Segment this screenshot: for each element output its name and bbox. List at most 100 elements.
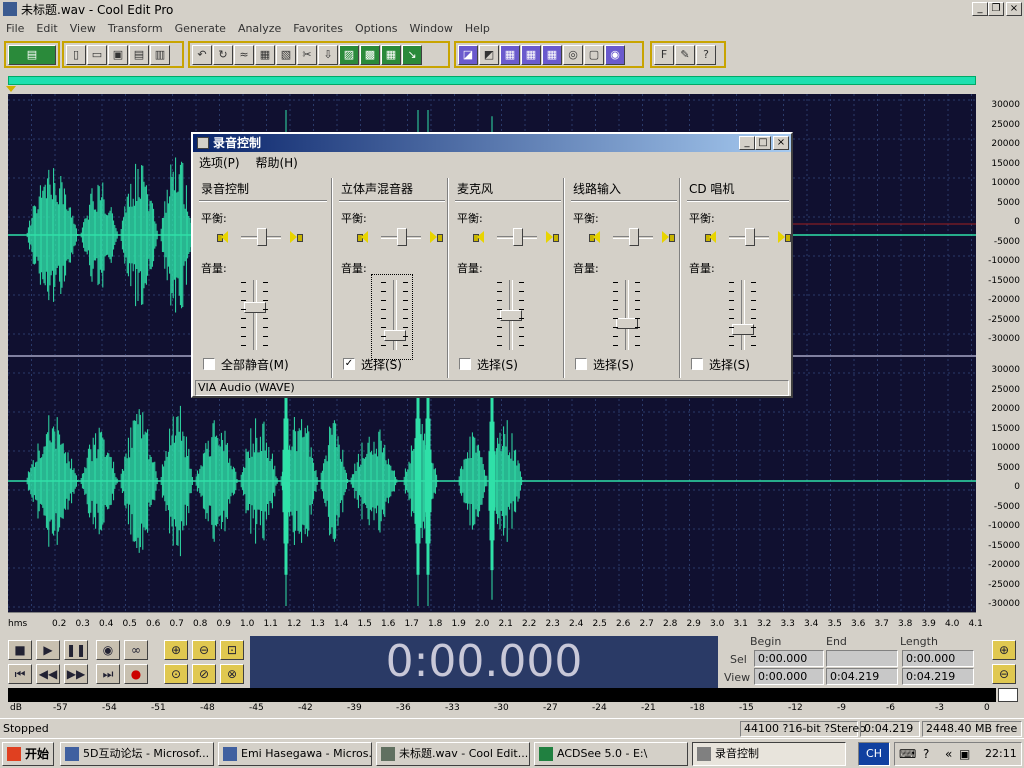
menu-help-cn[interactable]: 帮助(H): [255, 156, 297, 170]
start-marker-icon[interactable]: [6, 86, 16, 92]
select-checkbox[interactable]: ✓: [343, 358, 355, 370]
cd-icon[interactable]: ◉: [605, 44, 625, 65]
phase-icon[interactable]: ▦: [521, 44, 541, 65]
menu-favorites[interactable]: Favorites: [287, 22, 349, 35]
select-checkbox[interactable]: [459, 358, 471, 370]
volume-slider[interactable]: [732, 324, 754, 335]
rewind-button[interactable]: ◀◀: [36, 664, 60, 684]
tool-icon[interactable]: ✎: [675, 44, 695, 65]
select-checkbox[interactable]: [691, 358, 703, 370]
window-title: 未标题.wav - Cool Edit Pro: [21, 2, 174, 17]
statistics-icon[interactable]: ▦: [542, 44, 562, 65]
network-icon[interactable]: ▣: [959, 747, 970, 761]
menu-options-cn[interactable]: 选项(P): [199, 156, 240, 170]
balance-slider[interactable]: [745, 228, 755, 246]
record-button[interactable]: ●: [124, 664, 148, 684]
menu-view[interactable]: View: [64, 22, 102, 35]
repeat-icon[interactable]: ↻: [213, 44, 233, 65]
dialog-minimize-button[interactable]: _: [739, 136, 755, 150]
checkbox-label: 选择(S): [709, 358, 750, 372]
zoom-vertical-out-icon[interactable]: ⊖: [992, 664, 1016, 684]
play-button[interactable]: ▶: [36, 640, 60, 660]
keyboard-icon[interactable]: ⌨: [899, 747, 916, 761]
volume-slider[interactable]: [244, 302, 266, 313]
balance-slider[interactable]: [513, 228, 523, 246]
copy-icon[interactable]: ▦: [255, 44, 275, 65]
wave-overview-bar[interactable]: [8, 76, 976, 85]
crop-icon[interactable]: ▦: [381, 44, 401, 65]
zoom-left-icon[interactable]: ⊘: [192, 664, 216, 684]
scripts-icon[interactable]: ◎: [563, 44, 583, 65]
expand-tray-icon[interactable]: «: [945, 747, 952, 761]
volume-slider[interactable]: [500, 310, 522, 321]
zoom-out-icon[interactable]: ⊖: [192, 640, 216, 660]
menu-edit[interactable]: Edit: [30, 22, 63, 35]
menu-transform[interactable]: Transform: [102, 22, 169, 35]
task-emi[interactable]: Emi Hasegawa - Micros...: [218, 742, 372, 766]
frequency-icon[interactable]: ▦: [500, 44, 520, 65]
cut-wave-icon[interactable]: ≈: [234, 44, 254, 65]
spectral-icon[interactable]: ◪: [458, 44, 478, 65]
sel-end-field[interactable]: [826, 650, 898, 667]
open-folder-icon[interactable]: ▭: [87, 44, 107, 65]
menu-help[interactable]: Help: [459, 22, 496, 35]
menu-analyze[interactable]: Analyze: [232, 22, 287, 35]
zoom-right-icon[interactable]: ⊗: [220, 664, 244, 684]
save-icon[interactable]: ▣: [108, 44, 128, 65]
zoom-vertical-in-icon[interactable]: ⊕: [992, 640, 1016, 660]
minimize-button[interactable]: _: [972, 2, 988, 16]
view-length-field[interactable]: 0:04.219: [902, 668, 974, 685]
envelope-icon[interactable]: ◩: [479, 44, 499, 65]
play-to-end-button[interactable]: ◉: [96, 640, 120, 660]
help-tray-icon[interactable]: ?: [923, 747, 929, 761]
task-forum[interactable]: 5D互动论坛 - Microsof...: [60, 742, 214, 766]
pause-button[interactable]: ❚❚: [64, 640, 88, 660]
multitrack-toggle-icon[interactable]: ▤: [8, 44, 56, 65]
zoom-full-icon[interactable]: ⊡: [220, 640, 244, 660]
scissors-icon[interactable]: ✂: [297, 44, 317, 65]
go-to-end-button[interactable]: ⏭: [96, 664, 120, 684]
dialog-maximize-button[interactable]: □: [755, 136, 771, 150]
properties-icon[interactable]: ▢: [584, 44, 604, 65]
menu-options[interactable]: Options: [349, 22, 403, 35]
balance-slider[interactable]: [397, 228, 407, 246]
start-button[interactable]: 开始: [2, 742, 54, 766]
balance-slider[interactable]: [257, 228, 267, 246]
time-label: 1.1: [263, 619, 278, 629]
sel-length-field[interactable]: 0:00.000: [902, 650, 974, 667]
mix-paste-icon[interactable]: ▨: [339, 44, 359, 65]
menu-window[interactable]: Window: [403, 22, 458, 35]
loop-button[interactable]: ∞: [124, 640, 148, 660]
paste-new-icon[interactable]: ⇩: [318, 44, 338, 65]
favorites-icon[interactable]: F: [654, 44, 674, 65]
trim-icon[interactable]: ▩: [360, 44, 380, 65]
view-begin-field[interactable]: 0:00.000: [754, 668, 824, 685]
new-file-icon[interactable]: ▯: [66, 44, 86, 65]
task-record-control[interactable]: 录音控制: [692, 742, 846, 766]
select-checkbox[interactable]: [203, 358, 215, 370]
select-checkbox[interactable]: [575, 358, 587, 370]
go-to-beginning-button[interactable]: ⏮: [8, 664, 32, 684]
undo-icon[interactable]: ↶: [192, 44, 212, 65]
sel-begin-field[interactable]: 0:00.000: [754, 650, 824, 667]
task-acdsee[interactable]: ACDSee 5.0 - E:\: [534, 742, 688, 766]
close-file-icon[interactable]: ▥: [150, 44, 170, 65]
zoom-selection-icon[interactable]: ⊙: [164, 664, 188, 684]
close-button[interactable]: ×: [1006, 2, 1022, 16]
convert-icon[interactable]: ↘: [402, 44, 422, 65]
level-meter-toggle[interactable]: [998, 688, 1018, 702]
language-indicator[interactable]: CH: [858, 742, 890, 766]
dialog-close-button[interactable]: ×: [773, 136, 789, 150]
help-icon[interactable]: ?: [696, 44, 716, 65]
menu-generate[interactable]: Generate: [169, 22, 232, 35]
task-cool-edit[interactable]: 未标题.wav - Cool Edit...: [376, 742, 530, 766]
fast-forward-button[interactable]: ▶▶: [64, 664, 88, 684]
balance-slider[interactable]: [629, 228, 639, 246]
save-as-icon[interactable]: ▤: [129, 44, 149, 65]
stop-button[interactable]: ■: [8, 640, 32, 660]
paste-icon[interactable]: ▧: [276, 44, 296, 65]
view-end-field[interactable]: 0:04.219: [826, 668, 898, 685]
zoom-in-icon[interactable]: ⊕: [164, 640, 188, 660]
maximize-button[interactable]: ❐: [988, 2, 1004, 16]
menu-file[interactable]: File: [0, 22, 30, 35]
